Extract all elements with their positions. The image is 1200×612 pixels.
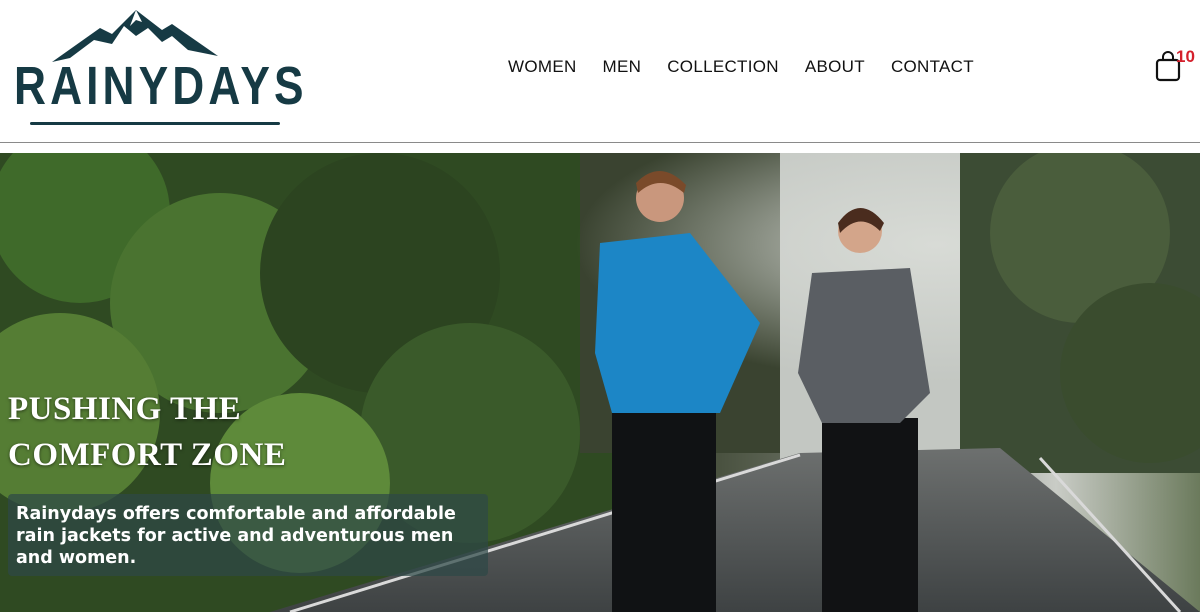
hero-heading-line-2: COMFORT ZONE [8,437,287,473]
logo-link[interactable]: RAINYDAYS [12,6,308,125]
brand-name: RAINYDAYS [14,56,308,116]
main-nav: WOMEN MEN COLLECTION ABOUT CONTACT [508,56,1000,78]
nav-collection[interactable]: COLLECTION [667,56,779,78]
hero-heading-line-1: PUSHING THE [8,391,242,427]
header-divider [0,142,1200,143]
hero-banner: PUSHING THE COMFORT ZONE Rainydays offer… [0,153,1200,612]
logo-underline [30,122,280,125]
nav-contact[interactable]: CONTACT [891,56,974,78]
hero-description: Rainydays offers comfortable and afforda… [16,504,456,568]
nav-men[interactable]: MEN [603,56,642,78]
nav-women[interactable]: WOMEN [508,56,577,78]
cart-button[interactable]: 10 [1152,48,1200,84]
cart-count: 10 [1176,47,1195,66]
nav-about[interactable]: ABOUT [805,56,865,78]
page: RAINYDAYS WOMEN MEN COLLECTION ABOUT CON… [0,0,1200,612]
site-header: RAINYDAYS WOMEN MEN COLLECTION ABOUT CON… [0,0,1200,142]
hero-heading: PUSHING THE COMFORT ZONE [8,386,286,478]
